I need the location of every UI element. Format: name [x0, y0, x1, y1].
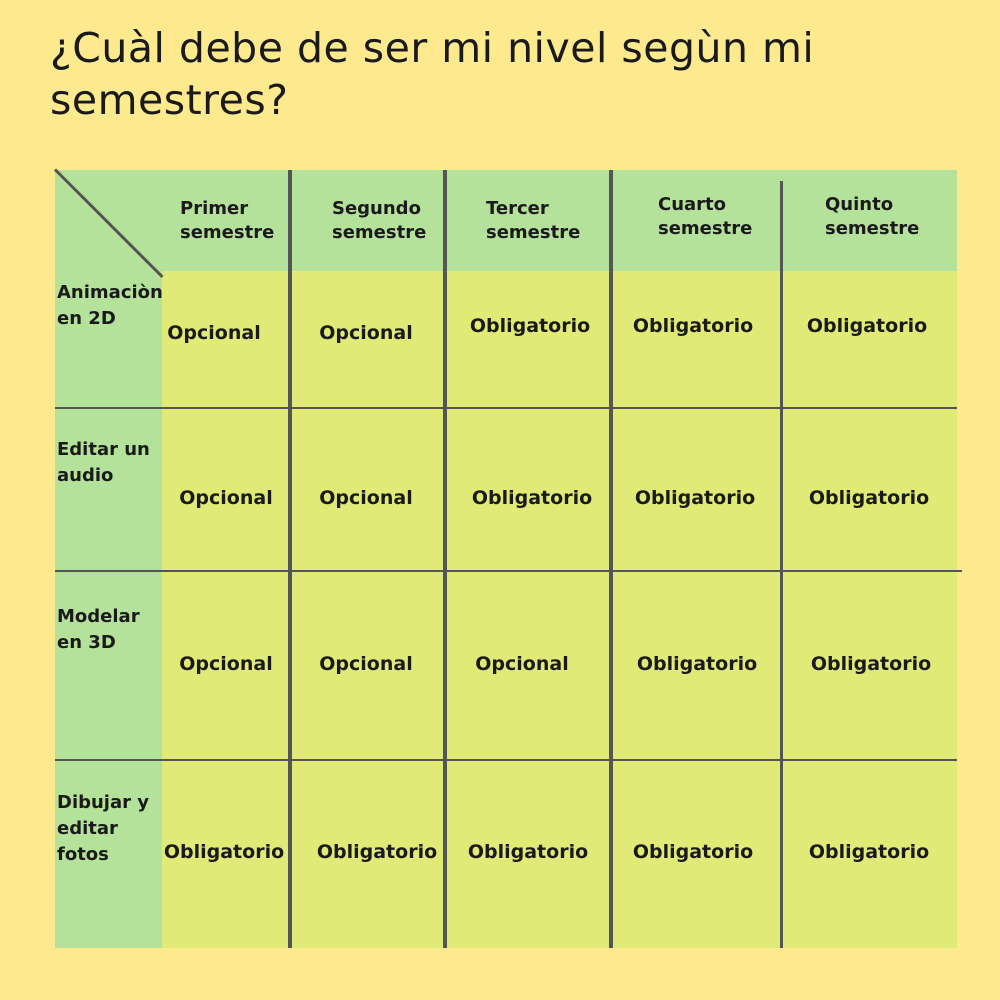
table-cell: Opcional: [167, 322, 261, 344]
table-cell: Obligatorio: [806, 315, 928, 337]
table-cell: Opcional: [319, 322, 413, 344]
table-cell: Obligatorio: [634, 487, 756, 509]
grid-line-horizontal: [55, 759, 957, 761]
table-cell: Obligatorio: [810, 653, 932, 675]
grid-line-vertical: [443, 170, 447, 948]
table-cell: Opcional: [179, 653, 273, 675]
grid-line-horizontal: [55, 570, 962, 572]
table-cell: Obligatorio: [632, 315, 754, 337]
semester-level-table: Primer semestre Segundo semestre Tercer …: [0, 0, 1000, 1000]
column-header: Primer semestre: [180, 198, 275, 243]
row-header: Editar un audio: [57, 439, 150, 486]
table-cell: Opcional: [319, 653, 413, 675]
grid-line-vertical: [288, 170, 292, 948]
column-header: Cuarto semestre: [658, 194, 753, 239]
table-cell: Obligatorio: [316, 841, 438, 863]
row-header: Animaciòn en 2D: [57, 282, 163, 329]
table-cell: Opcional: [319, 487, 413, 509]
row-header: Modelar en 3D: [57, 606, 140, 653]
table-cell: Obligatorio: [636, 653, 758, 675]
grid-line-horizontal: [55, 407, 957, 409]
row-header: Dibujar y editar fotos: [57, 792, 150, 865]
grid-line-vertical: [609, 170, 613, 948]
table-cell: Obligatorio: [163, 841, 285, 863]
table-cell: Obligatorio: [469, 315, 591, 337]
table-cell: Opcional: [179, 487, 273, 509]
table-cell: Obligatorio: [632, 841, 754, 863]
column-header: Segundo semestre: [332, 198, 427, 243]
table-cell: Obligatorio: [471, 487, 593, 509]
column-header: Quinto semestre: [825, 194, 920, 239]
table-cell: Obligatorio: [467, 841, 589, 863]
grid-line-vertical: [780, 181, 783, 948]
column-header: Tercer semestre: [486, 198, 581, 243]
table-cell: Obligatorio: [808, 841, 930, 863]
table-cell: Opcional: [475, 653, 569, 675]
table-cell: Obligatorio: [808, 487, 930, 509]
